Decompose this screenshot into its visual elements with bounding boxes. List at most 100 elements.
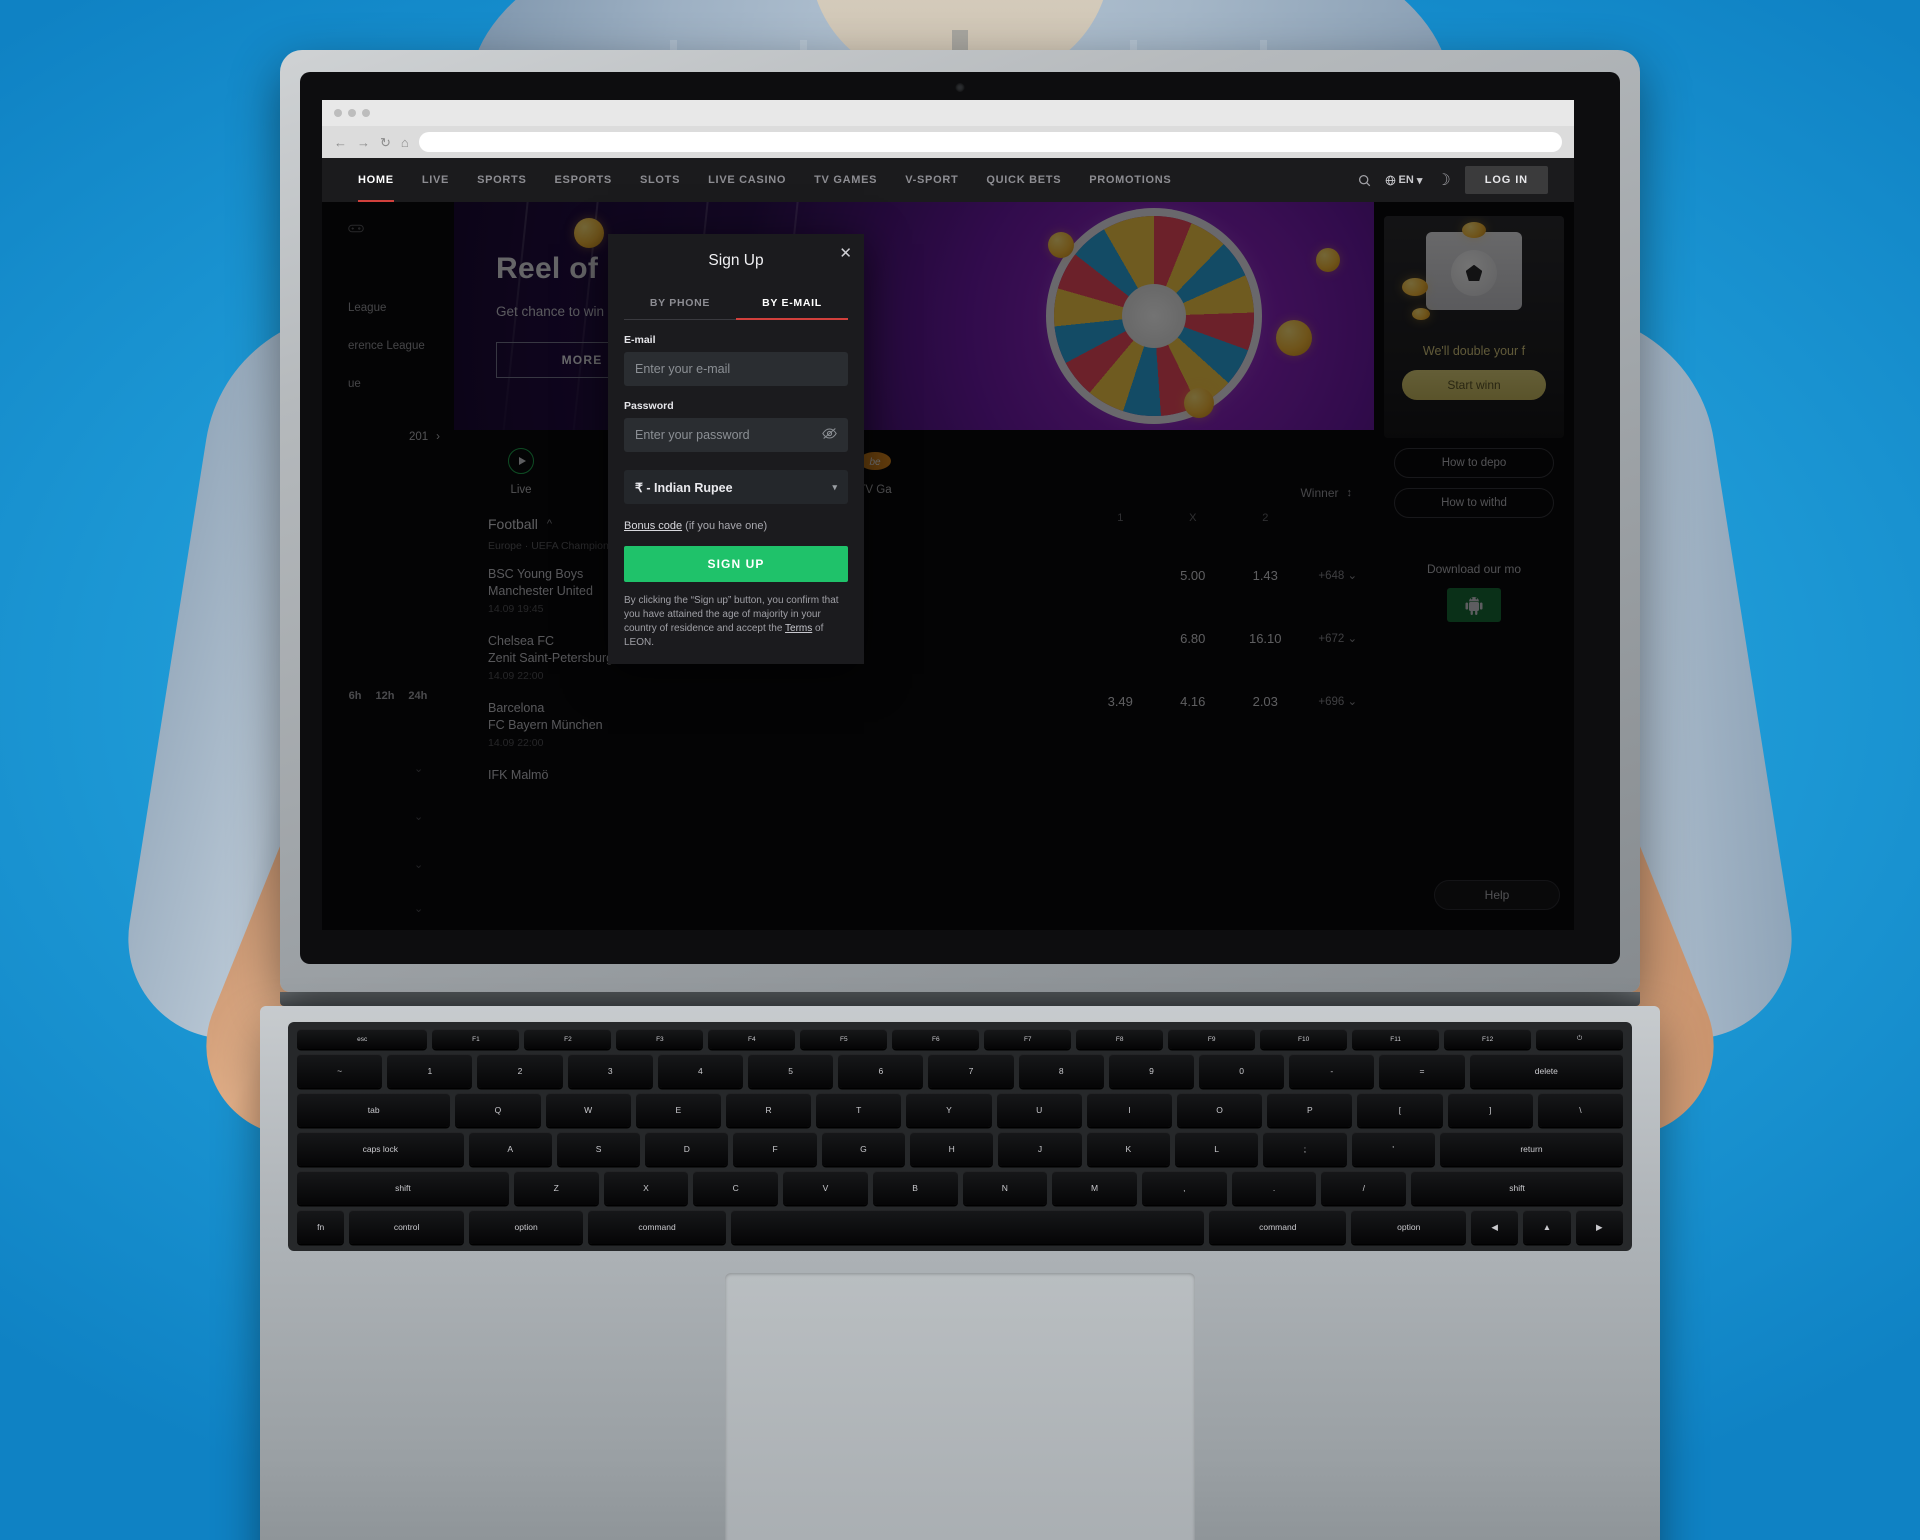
key-a[interactable]: A	[468, 1132, 552, 1166]
modal-overlay[interactable]	[322, 202, 1574, 930]
key-8[interactable]: 8	[1018, 1054, 1104, 1088]
key-bracket-right[interactable]: ]	[1447, 1093, 1533, 1127]
search-icon[interactable]	[1358, 174, 1371, 187]
key-caps-lock[interactable]: caps lock	[297, 1132, 464, 1166]
key-s[interactable]: S	[556, 1132, 641, 1166]
eye-off-icon[interactable]	[822, 427, 837, 443]
key-x[interactable]: X	[603, 1171, 689, 1205]
key-o[interactable]: O	[1176, 1093, 1263, 1127]
key-f9[interactable]: F9	[1168, 1029, 1256, 1049]
key-p[interactable]: P	[1267, 1093, 1353, 1127]
nav-item-home[interactable]: HOME	[344, 158, 408, 202]
key-c[interactable]: C	[693, 1171, 779, 1205]
key-tab[interactable]: tab	[297, 1093, 451, 1127]
key-arrow-right[interactable]: ▶	[1575, 1210, 1623, 1244]
key-esc[interactable]: esc	[297, 1029, 428, 1049]
key-u[interactable]: U	[996, 1093, 1082, 1127]
key-3[interactable]: 3	[567, 1054, 653, 1088]
key-return[interactable]: return	[1439, 1132, 1624, 1166]
key-f3[interactable]: F3	[616, 1029, 704, 1049]
terms-link[interactable]: Terms	[785, 623, 812, 634]
reload-icon[interactable]: ↻	[380, 136, 391, 149]
nav-item-sports[interactable]: SPORTS	[463, 158, 540, 202]
bonus-code-link[interactable]: Bonus code	[624, 520, 682, 532]
key-command-right[interactable]: command	[1209, 1210, 1347, 1244]
key-f11[interactable]: F11	[1352, 1029, 1440, 1049]
nav-item-live-casino[interactable]: LIVE CASINO	[694, 158, 800, 202]
key-q[interactable]: Q	[455, 1093, 541, 1127]
key-f12[interactable]: F12	[1444, 1029, 1532, 1049]
signup-submit-button[interactable]: SIGN UP	[624, 546, 848, 582]
back-icon[interactable]: ←	[334, 136, 347, 149]
window-maximize-button[interactable]	[362, 109, 370, 117]
currency-select[interactable]: ₹ - Indian Rupee ▾	[624, 470, 848, 504]
key-option-left[interactable]: option	[468, 1210, 584, 1244]
key-h[interactable]: H	[910, 1132, 994, 1166]
key-n[interactable]: N	[962, 1171, 1048, 1205]
key-f1[interactable]: F1	[432, 1029, 520, 1049]
key-bracket-left[interactable]: [	[1357, 1093, 1443, 1127]
key-1[interactable]: 1	[387, 1054, 473, 1088]
key-2[interactable]: 2	[477, 1054, 563, 1088]
key-l[interactable]: L	[1174, 1132, 1259, 1166]
key-equals[interactable]: =	[1379, 1054, 1465, 1088]
key-shift-left[interactable]: shift	[297, 1171, 509, 1205]
key-minus[interactable]: -	[1289, 1054, 1375, 1088]
nav-item-quick-bets[interactable]: QUICK BETS	[972, 158, 1075, 202]
forward-icon[interactable]: →	[357, 136, 370, 149]
home-icon[interactable]: ⌂	[401, 136, 409, 149]
key-slash[interactable]: /	[1321, 1171, 1407, 1205]
theme-toggle-icon[interactable]: ☽	[1436, 170, 1450, 190]
key-9[interactable]: 9	[1108, 1054, 1195, 1088]
login-button[interactable]: LOG IN	[1464, 166, 1548, 194]
nav-item-live[interactable]: LIVE	[408, 158, 463, 202]
close-icon[interactable]: ✕	[839, 246, 852, 261]
key-g[interactable]: G	[821, 1132, 906, 1166]
key-i[interactable]: I	[1086, 1093, 1172, 1127]
key-b[interactable]: B	[872, 1171, 958, 1205]
key-delete[interactable]: delete	[1469, 1054, 1623, 1088]
key-6[interactable]: 6	[838, 1054, 924, 1088]
tab-by-email[interactable]: BY E-MAIL	[736, 288, 848, 320]
key-r[interactable]: R	[725, 1093, 812, 1127]
trackpad[interactable]	[725, 1273, 1195, 1540]
key-4[interactable]: 4	[657, 1054, 744, 1088]
key-period[interactable]: .	[1231, 1171, 1317, 1205]
key-y[interactable]: Y	[906, 1093, 992, 1127]
key-z[interactable]: Z	[513, 1171, 599, 1205]
key-backslash[interactable]: \	[1537, 1093, 1623, 1127]
nav-item-slots[interactable]: SLOTS	[626, 158, 694, 202]
language-selector[interactable]: EN ▾	[1385, 174, 1422, 187]
address-bar[interactable]	[418, 132, 1562, 152]
key-f2[interactable]: F2	[524, 1029, 612, 1049]
key-f[interactable]: F	[733, 1132, 817, 1166]
key-f4[interactable]: F4	[708, 1029, 796, 1049]
key-0[interactable]: 0	[1199, 1054, 1285, 1088]
key-shift-right[interactable]: shift	[1411, 1171, 1623, 1205]
email-input[interactable]: Enter your e-mail	[624, 352, 848, 386]
key-semicolon[interactable]: ;	[1263, 1132, 1347, 1166]
key-quote[interactable]: '	[1351, 1132, 1435, 1166]
window-close-button[interactable]	[334, 109, 342, 117]
key-command-left[interactable]: command	[588, 1210, 726, 1244]
key-arrow-updown[interactable]: ▲	[1523, 1210, 1571, 1244]
key-w[interactable]: W	[545, 1093, 631, 1127]
key-f6[interactable]: F6	[892, 1029, 980, 1049]
key-m[interactable]: M	[1052, 1171, 1137, 1205]
key-j[interactable]: J	[998, 1132, 1082, 1166]
key-f5[interactable]: F5	[800, 1029, 888, 1049]
window-minimize-button[interactable]	[348, 109, 356, 117]
key-power[interactable]: ⏻	[1536, 1029, 1624, 1049]
nav-item-promotions[interactable]: PROMOTIONS	[1075, 158, 1185, 202]
key-f8[interactable]: F8	[1076, 1029, 1164, 1049]
key-fn[interactable]: fn	[297, 1210, 345, 1244]
key-space[interactable]	[730, 1210, 1205, 1244]
key-d[interactable]: D	[645, 1132, 729, 1166]
key-7[interactable]: 7	[928, 1054, 1014, 1088]
key-v[interactable]: V	[783, 1171, 868, 1205]
key-5[interactable]: 5	[748, 1054, 834, 1088]
key-arrow-left[interactable]: ◀	[1471, 1210, 1519, 1244]
key-t[interactable]: T	[816, 1093, 902, 1127]
key-tilde[interactable]: ~	[297, 1054, 383, 1088]
password-input[interactable]: Enter your password	[624, 418, 848, 452]
